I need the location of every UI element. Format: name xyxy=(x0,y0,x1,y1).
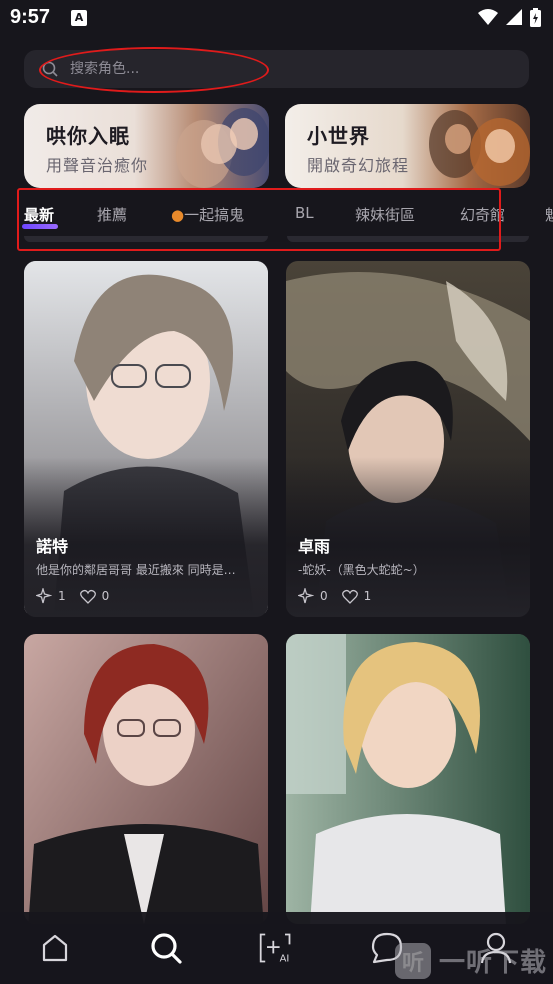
tab-more[interactable]: 魅 xyxy=(545,204,553,225)
active-tab-indicator xyxy=(22,224,58,229)
home-icon xyxy=(42,934,68,962)
character-description: -蛇妖-（黑色大蛇蛇~） xyxy=(298,563,425,577)
search-input[interactable] xyxy=(70,50,490,88)
banner-sleep[interactable]: 哄你入眠 用聲音治癒你 xyxy=(24,104,269,188)
character-card[interactable] xyxy=(286,634,530,924)
spark-icon xyxy=(36,588,52,604)
card-stats: 0 1 xyxy=(298,588,371,604)
spark-count: 1 xyxy=(58,589,66,603)
nav-home[interactable] xyxy=(37,930,73,966)
banner-title: 小世界 xyxy=(307,124,370,148)
pumpkin-icon: ● xyxy=(171,206,185,224)
notification-icon: A xyxy=(71,10,87,26)
status-bar: 9:57 A xyxy=(0,0,553,38)
banner-shadow xyxy=(287,236,529,242)
search-icon xyxy=(42,61,58,77)
status-time: 9:57 xyxy=(10,6,51,28)
heart-icon[interactable] xyxy=(79,589,96,604)
tab-haunt-together[interactable]: ●一起搞鬼 xyxy=(171,204,244,225)
tab-recommended[interactable]: 推薦 xyxy=(97,204,127,225)
search-icon xyxy=(151,933,182,964)
category-tabs: 最新 推薦 ●一起搞鬼 BL 辣妹街區 幻奇館 魅 xyxy=(0,190,553,242)
banner-shadow xyxy=(24,236,268,242)
character-name: 卓雨 xyxy=(298,537,331,556)
tab-fantasy[interactable]: 幻奇館 xyxy=(460,204,505,225)
create-ai-icon: AI xyxy=(259,933,291,965)
search-bar[interactable] xyxy=(24,50,529,88)
character-description: 他是你的鄰居哥哥 最近搬來 同時是… xyxy=(36,563,236,577)
banner-art xyxy=(176,108,269,188)
tab-bl[interactable]: BL xyxy=(295,204,314,222)
character-card[interactable] xyxy=(24,634,268,924)
card-stats: 1 0 xyxy=(36,588,109,604)
banner-title: 哄你入眠 xyxy=(46,124,130,148)
spark-icon xyxy=(298,588,314,604)
ai-label: AI xyxy=(280,954,290,965)
battery-icon xyxy=(530,8,541,27)
nav-create-ai[interactable]: AI xyxy=(258,930,294,966)
like-count: 0 xyxy=(101,589,110,603)
character-card[interactable]: 卓雨 -蛇妖-（黑色大蛇蛇~） 0 1 xyxy=(286,261,530,617)
character-portrait xyxy=(24,634,268,924)
spark-count: 0 xyxy=(320,589,328,603)
watermark-text: 一听下载 xyxy=(439,948,548,978)
heart-icon[interactable] xyxy=(341,589,358,604)
like-count: 1 xyxy=(363,589,372,603)
tab-hot-girls[interactable]: 辣妹街區 xyxy=(355,204,415,225)
status-icons xyxy=(478,8,541,27)
banner-art xyxy=(429,110,530,186)
banner-small-world[interactable]: 小世界 開啟奇幻旅程 xyxy=(285,104,530,188)
character-portrait xyxy=(286,634,530,924)
wifi-icon xyxy=(478,9,498,25)
watermark-logo: 听 xyxy=(395,942,431,979)
banner-subtitle: 開啟奇幻旅程 xyxy=(307,156,410,175)
character-name: 諾特 xyxy=(36,537,69,556)
signal-icon xyxy=(506,9,522,25)
watermark: 听 一听下载 xyxy=(395,942,547,979)
banner-subtitle: 用聲音治癒你 xyxy=(46,156,149,175)
tab-label: 一起搞鬼 xyxy=(184,206,245,224)
character-card[interactable]: 諾特 他是你的鄰居哥哥 最近搬來 同時是… 1 0 xyxy=(24,261,268,617)
tab-latest[interactable]: 最新 xyxy=(24,204,54,225)
nav-search[interactable] xyxy=(148,930,184,966)
